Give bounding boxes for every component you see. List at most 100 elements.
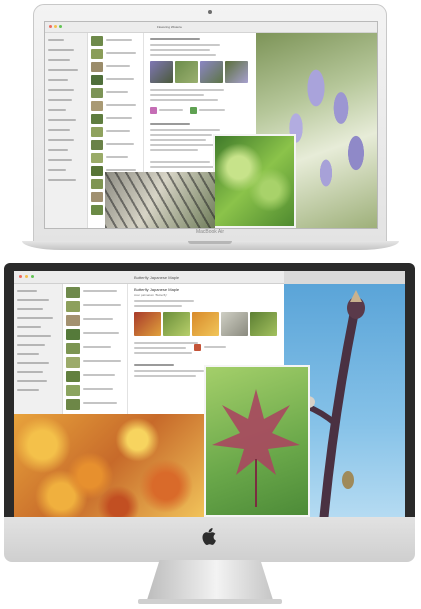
close-button[interactable] [49, 25, 52, 28]
list-item-text [106, 156, 128, 158]
photo-thumbnail[interactable] [134, 312, 161, 336]
greenhouse-photo[interactable] [105, 172, 215, 228]
sidebar-item[interactable] [17, 353, 39, 355]
red-maple-leaf-photo[interactable] [204, 365, 310, 517]
detail-text [159, 109, 183, 111]
sidebar [45, 33, 88, 228]
list-item-text [83, 290, 117, 292]
sidebar-item[interactable] [48, 179, 76, 181]
photo-thumbnail[interactable] [225, 61, 248, 83]
imac-screen: Butterfly Japanese Maple Butterfly Japan… [14, 271, 405, 517]
list-item-text [83, 318, 113, 320]
list-thumbnail[interactable] [91, 205, 103, 215]
list-item-text [83, 304, 121, 306]
sidebar-item[interactable] [17, 335, 51, 337]
sidebar-item[interactable] [17, 380, 47, 382]
photo-thumbnail[interactable] [250, 312, 277, 336]
list-item-text [83, 388, 113, 390]
sidebar-item[interactable] [17, 299, 49, 301]
list-thumbnail[interactable] [91, 62, 103, 72]
photo-thumbnail[interactable] [150, 61, 173, 83]
list-thumbnail[interactable] [66, 399, 80, 410]
list-thumbnail[interactable] [66, 287, 80, 298]
detail-text [134, 370, 204, 372]
window-toolbar: Butterfly Japanese Maple [14, 271, 284, 284]
list-thumbnail[interactable] [91, 36, 103, 46]
zoom-button[interactable] [31, 275, 34, 278]
list-thumbnail[interactable] [91, 127, 103, 137]
window-title: Flowering Wisteria [157, 25, 182, 29]
detail-title: Butterfly Japanese Maple [134, 287, 180, 292]
list-item-text [106, 117, 132, 119]
sidebar-item[interactable] [17, 290, 37, 292]
photo-thumbnail[interactable] [221, 312, 248, 336]
photo-thumbnail[interactable] [163, 312, 190, 336]
zoom-button[interactable] [59, 25, 62, 28]
detail-text [134, 375, 196, 377]
sidebar-item[interactable] [48, 59, 70, 61]
sidebar-item[interactable] [48, 49, 74, 51]
list-item-text [106, 65, 130, 67]
list-thumbnail[interactable] [91, 140, 103, 150]
imac-foot [138, 599, 282, 604]
detail-text [134, 352, 192, 354]
minimize-button[interactable] [25, 275, 28, 278]
list-thumbnail[interactable] [91, 153, 103, 163]
photo-thumbnail[interactable] [200, 61, 223, 83]
detail-text [150, 139, 206, 141]
detail-text [134, 364, 174, 366]
detail-text [150, 166, 220, 168]
sidebar-item[interactable] [48, 149, 68, 151]
sidebar-item[interactable] [48, 79, 68, 81]
minimize-button[interactable] [54, 25, 57, 28]
sidebar [14, 284, 63, 414]
list-item-text [106, 78, 134, 80]
list-item-text [106, 52, 136, 54]
list-thumbnail[interactable] [91, 114, 103, 124]
list-thumbnail[interactable] [66, 301, 80, 312]
list-thumbnail[interactable] [91, 166, 103, 176]
sidebar-item[interactable] [48, 169, 66, 171]
sidebar-item[interactable] [17, 317, 53, 319]
list-item-text [106, 104, 136, 106]
photo-thumbnail[interactable] [192, 312, 219, 336]
list-thumbnail[interactable] [66, 329, 80, 340]
list-thumbnail[interactable] [66, 315, 80, 326]
autumn-maple-photo[interactable] [14, 414, 204, 517]
sidebar-item[interactable] [48, 139, 74, 141]
sidebar-item[interactable] [17, 362, 49, 364]
sidebar-item[interactable] [48, 39, 64, 41]
close-button[interactable] [19, 275, 22, 278]
sidebar-item[interactable] [48, 119, 76, 121]
list-thumbnail[interactable] [66, 343, 80, 354]
sidebar-item[interactable] [17, 326, 41, 328]
detail-text [150, 144, 216, 146]
list-thumbnail[interactable] [91, 49, 103, 59]
sidebar-item[interactable] [17, 371, 43, 373]
sidebar-item[interactable] [48, 159, 72, 161]
sidebar-item[interactable] [48, 69, 78, 71]
fern-photo[interactable] [213, 134, 296, 228]
sidebar-item[interactable] [48, 99, 72, 101]
sidebar-item[interactable] [17, 344, 45, 346]
list-thumbnail[interactable] [66, 385, 80, 396]
list-thumbnail[interactable] [91, 192, 103, 202]
sidebar-item[interactable] [17, 389, 39, 391]
list-thumbnail[interactable] [91, 179, 103, 189]
sidebar-item[interactable] [48, 109, 66, 111]
list-thumbnail[interactable] [91, 88, 103, 98]
detail-heading [150, 38, 200, 40]
list-thumbnail[interactable] [91, 75, 103, 85]
list-thumbnail[interactable] [91, 101, 103, 111]
sidebar-item[interactable] [48, 89, 74, 91]
detail-text [150, 134, 212, 136]
color-swatch [150, 107, 157, 114]
list-thumbnail[interactable] [66, 371, 80, 382]
sidebar-item[interactable] [48, 129, 70, 131]
photo-thumbnail[interactable] [175, 61, 198, 83]
list-thumbnail[interactable] [66, 357, 80, 368]
list-item-text [106, 130, 130, 132]
detail-text [150, 49, 210, 51]
list-item-text [83, 402, 117, 404]
sidebar-item[interactable] [17, 308, 43, 310]
